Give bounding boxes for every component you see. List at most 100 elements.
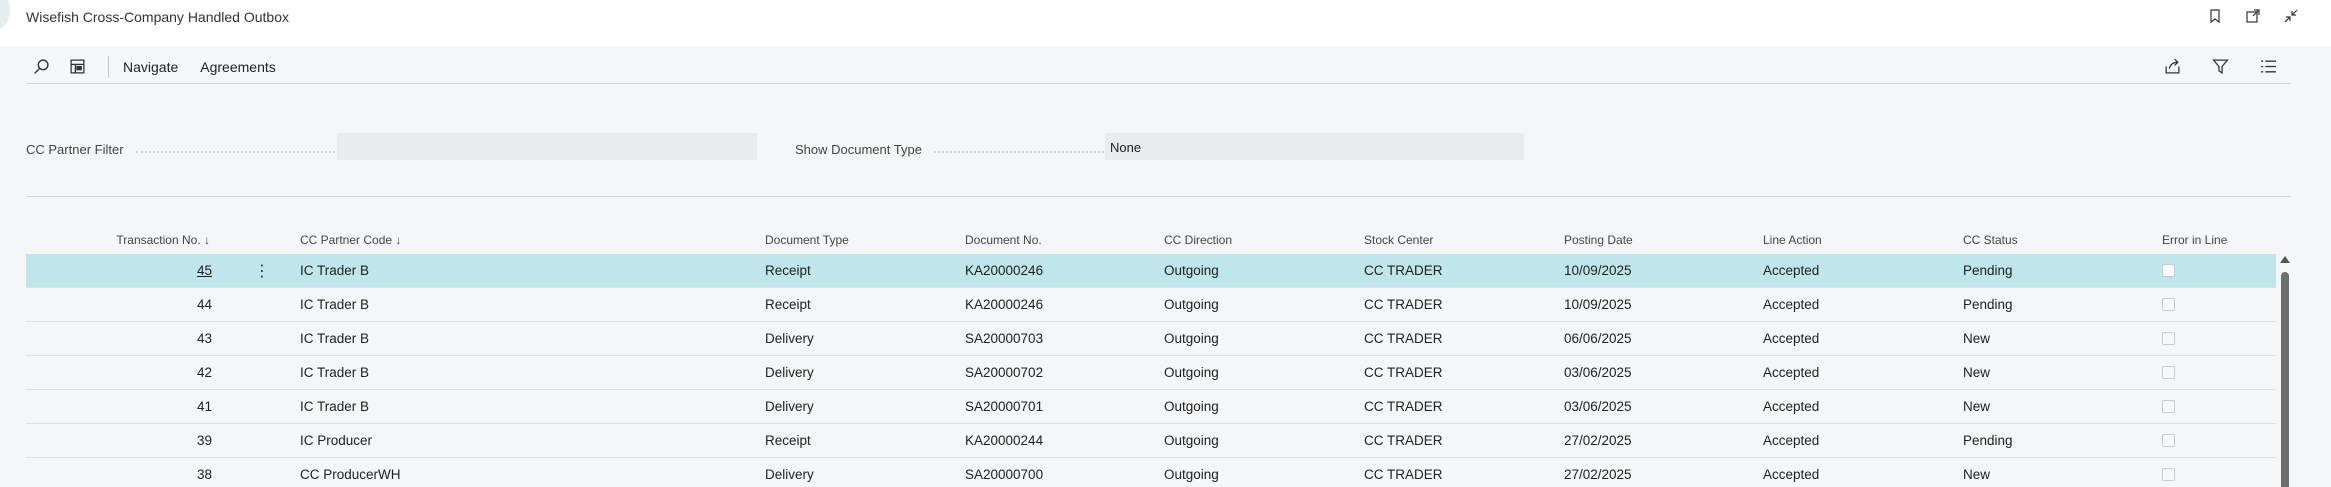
document-no-cell[interactable]: SA20000701 <box>965 390 1043 423</box>
direction-cell[interactable]: Outgoing <box>1164 424 1219 457</box>
stock-center-cell[interactable]: CC TRADER <box>1364 390 1443 423</box>
document-no-cell[interactable]: SA20000702 <box>965 356 1043 389</box>
stock-center-cell[interactable]: CC TRADER <box>1364 356 1443 389</box>
transaction-no-cell[interactable]: 42 <box>26 356 212 389</box>
table-row[interactable]: 44 IC Trader B Receipt KA20000246 Outgoi… <box>26 288 2276 322</box>
status-cell[interactable]: New <box>1963 390 1990 423</box>
stock-center-cell[interactable]: CC TRADER <box>1364 322 1443 355</box>
header-cc-direction[interactable]: CC Direction <box>1164 226 1232 254</box>
table-row[interactable]: 45 ⋮ IC Trader B Receipt KA20000246 Outg… <box>26 254 2276 288</box>
status-cell[interactable]: New <box>1963 356 1990 389</box>
direction-cell[interactable]: Outgoing <box>1164 356 1219 389</box>
posting-date-cell[interactable]: 06/06/2025 <box>1564 322 1632 355</box>
status-cell[interactable]: Pending <box>1963 424 2013 457</box>
table-row[interactable]: 41 IC Trader B Delivery SA20000701 Outgo… <box>26 390 2276 424</box>
line-action-cell[interactable]: Accepted <box>1763 322 1819 355</box>
open-new-window-icon[interactable] <box>2243 6 2263 26</box>
line-action-cell[interactable]: Accepted <box>1763 424 1819 457</box>
direction-cell[interactable]: Outgoing <box>1164 288 1219 321</box>
transaction-no-cell[interactable]: 43 <box>26 322 212 355</box>
document-no-cell[interactable]: KA20000246 <box>965 288 1043 321</box>
error-checkbox[interactable] <box>2162 458 2175 487</box>
document-no-cell[interactable]: SA20000700 <box>965 458 1043 487</box>
direction-cell[interactable]: Outgoing <box>1164 254 1219 287</box>
line-action-cell[interactable]: Accepted <box>1763 254 1819 287</box>
row-actions-icon[interactable]: ⋮ <box>254 254 270 287</box>
posting-date-cell[interactable]: 10/09/2025 <box>1564 288 1632 321</box>
status-cell[interactable]: Pending <box>1963 254 2013 287</box>
posting-date-cell[interactable]: 27/02/2025 <box>1564 424 1632 457</box>
error-checkbox[interactable] <box>2162 390 2175 423</box>
document-type-cell[interactable]: Receipt <box>765 254 811 287</box>
status-cell[interactable]: New <box>1963 458 1990 487</box>
direction-cell[interactable]: Outgoing <box>1164 458 1219 487</box>
agreements-menu[interactable]: Agreements <box>200 59 275 75</box>
line-action-cell[interactable]: Accepted <box>1763 288 1819 321</box>
table-row[interactable]: 42 IC Trader B Delivery SA20000702 Outgo… <box>26 356 2276 390</box>
transaction-no-cell[interactable]: 44 <box>26 288 212 321</box>
document-no-cell[interactable]: KA20000246 <box>965 254 1043 287</box>
table-row[interactable]: 43 IC Trader B Delivery SA20000703 Outgo… <box>26 322 2276 356</box>
search-icon[interactable] <box>26 53 56 81</box>
status-cell[interactable]: New <box>1963 322 1990 355</box>
transaction-no-cell[interactable]: 38 <box>26 458 212 487</box>
direction-cell[interactable]: Outgoing <box>1164 390 1219 423</box>
posting-date-cell[interactable]: 03/06/2025 <box>1564 356 1632 389</box>
header-posting-date[interactable]: Posting Date <box>1564 226 1633 254</box>
collapse-icon[interactable] <box>2281 6 2301 26</box>
error-checkbox[interactable] <box>2162 424 2175 457</box>
partner-code-cell[interactable]: IC Producer <box>300 424 372 457</box>
posting-date-cell[interactable]: 03/06/2025 <box>1564 390 1632 423</box>
transaction-no-cell[interactable]: 41 <box>26 390 212 423</box>
filter-icon[interactable] <box>2205 53 2235 81</box>
back-button[interactable] <box>0 0 10 30</box>
partner-code-cell[interactable]: CC ProducerWH <box>300 458 401 487</box>
document-type-cell[interactable]: Delivery <box>765 458 814 487</box>
scrollbar-thumb[interactable] <box>2281 272 2289 487</box>
bookmark-icon[interactable] <box>2205 6 2225 26</box>
show-document-type-select[interactable]: None <box>1105 133 1524 160</box>
error-checkbox[interactable] <box>2162 254 2175 287</box>
header-cc-partner-code[interactable]: CC Partner Code ↓ <box>300 226 401 254</box>
document-type-cell[interactable]: Delivery <box>765 322 814 355</box>
transaction-no-cell[interactable]: 45 <box>26 254 212 287</box>
error-checkbox[interactable] <box>2162 322 2175 355</box>
error-checkbox[interactable] <box>2162 288 2175 321</box>
header-document-type[interactable]: Document Type <box>765 226 849 254</box>
document-no-cell[interactable]: KA20000244 <box>965 424 1043 457</box>
header-cc-status[interactable]: CC Status <box>1963 226 2018 254</box>
status-cell[interactable]: Pending <box>1963 288 2013 321</box>
transaction-no-cell[interactable]: 39 <box>26 424 212 457</box>
document-no-cell[interactable]: SA20000703 <box>965 322 1043 355</box>
stock-center-cell[interactable]: CC TRADER <box>1364 424 1443 457</box>
stock-center-cell[interactable]: CC TRADER <box>1364 288 1443 321</box>
document-type-cell[interactable]: Delivery <box>765 390 814 423</box>
share-icon[interactable] <box>2157 53 2187 81</box>
error-checkbox[interactable] <box>2162 356 2175 389</box>
table-row[interactable]: 39 IC Producer Receipt KA20000244 Outgoi… <box>26 424 2276 458</box>
partner-code-cell[interactable]: IC Trader B <box>300 288 369 321</box>
line-action-cell[interactable]: Accepted <box>1763 458 1819 487</box>
partner-code-cell[interactable]: IC Trader B <box>300 390 369 423</box>
header-stock-center[interactable]: Stock Center <box>1364 226 1433 254</box>
document-type-cell[interactable]: Receipt <box>765 424 811 457</box>
partner-code-cell[interactable]: IC Trader B <box>300 254 369 287</box>
line-action-cell[interactable]: Accepted <box>1763 390 1819 423</box>
header-transaction-no[interactable]: Transaction No. ↓ <box>26 226 210 254</box>
scroll-up-icon[interactable] <box>2280 256 2290 263</box>
header-line-action[interactable]: Line Action <box>1763 226 1822 254</box>
cc-partner-filter-input[interactable] <box>337 133 757 160</box>
header-document-no[interactable]: Document No. <box>965 226 1042 254</box>
navigate-menu[interactable]: Navigate <box>123 59 178 75</box>
posting-date-cell[interactable]: 10/09/2025 <box>1564 254 1632 287</box>
list-view-icon[interactable] <box>62 53 92 81</box>
header-error-in-line[interactable]: Error in Line <box>2162 226 2227 254</box>
partner-code-cell[interactable]: IC Trader B <box>300 356 369 389</box>
list-options-icon[interactable] <box>2253 53 2283 81</box>
document-type-cell[interactable]: Delivery <box>765 356 814 389</box>
document-type-cell[interactable]: Receipt <box>765 288 811 321</box>
stock-center-cell[interactable]: CC TRADER <box>1364 254 1443 287</box>
direction-cell[interactable]: Outgoing <box>1164 322 1219 355</box>
vertical-scrollbar[interactable] <box>2277 254 2291 487</box>
partner-code-cell[interactable]: IC Trader B <box>300 322 369 355</box>
